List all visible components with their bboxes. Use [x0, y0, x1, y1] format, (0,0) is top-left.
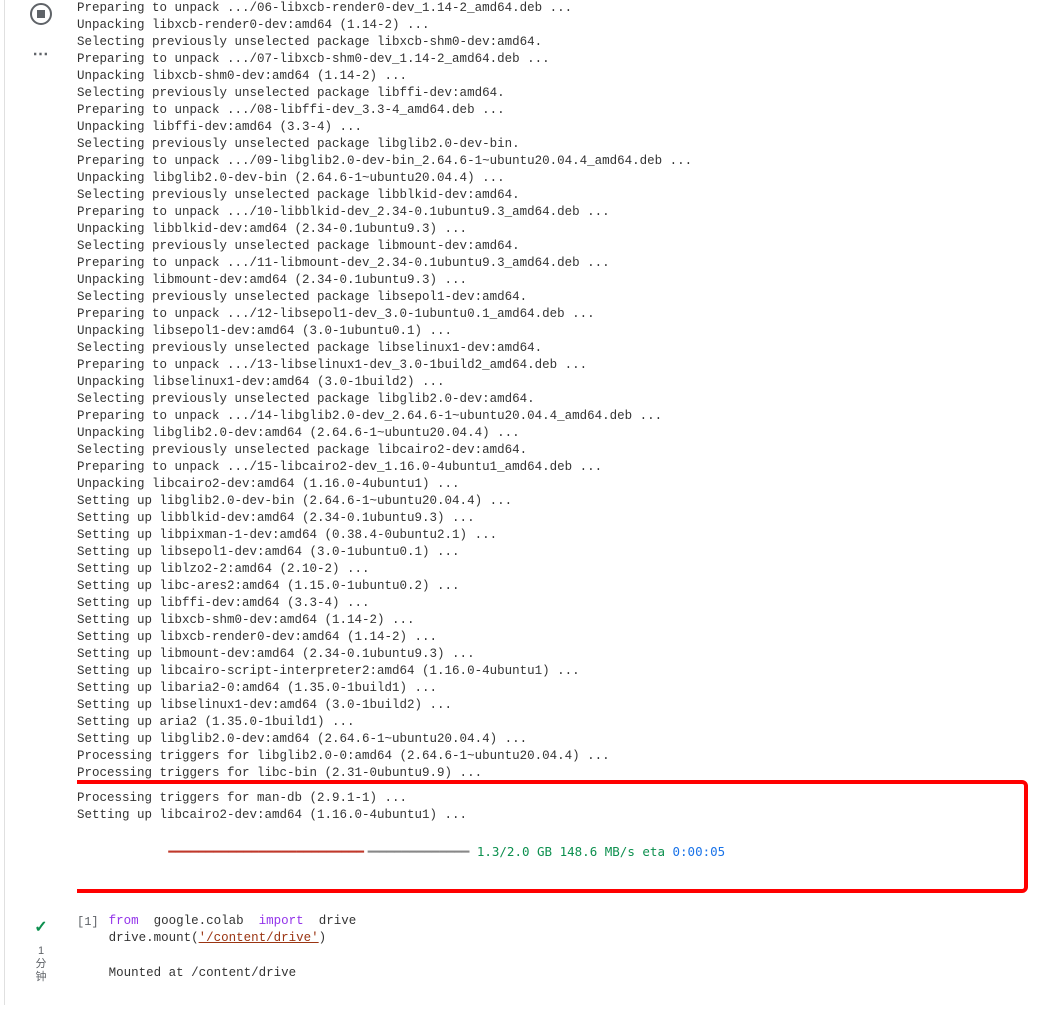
output-line: Unpacking libsepol1-dev:amd64 (3.0-1ubun…: [77, 323, 1038, 340]
output-line: Unpacking libglib2.0-dev-bin (2.64.6-1~u…: [77, 170, 1038, 187]
output-line: Setting up libcairo-script-interpreter2:…: [77, 663, 1038, 680]
output-line: Selecting previously unselected package …: [77, 85, 1038, 102]
output-line: Selecting previously unselected package …: [77, 136, 1038, 153]
output-line: Unpacking libglib2.0-dev:amd64 (2.64.6-1…: [77, 425, 1038, 442]
code-cell-running: ⋯ Preparing to unpack .../06-libxcb-rend…: [5, 0, 1048, 913]
download-progress: ━━━━━━━━━━━━━━━━━━━━━━━━━━╺━━━━━━━━━━━━━…: [77, 826, 1024, 877]
output-line: Unpacking libmount-dev:amd64 (2.34-0.1ub…: [77, 272, 1038, 289]
output-line: Setting up libblkid-dev:amd64 (2.34-0.1u…: [77, 510, 1038, 527]
cell-output-area: Preparing to unpack .../06-libxcb-render…: [77, 0, 1048, 893]
cell-more-menu[interactable]: ⋯: [33, 44, 50, 64]
output-line: Setting up libglib2.0-dev:amd64 (2.64.6-…: [77, 731, 1038, 748]
output-line: Selecting previously unselected package …: [77, 187, 1038, 204]
output-line: Processing triggers for libglib2.0-0:amd…: [77, 748, 1038, 765]
output-line: Setting up libpixman-1-dev:amd64 (0.38.4…: [77, 527, 1038, 544]
output-line: Setting up libmount-dev:amd64 (2.34-0.1u…: [77, 646, 1038, 663]
output-line: Unpacking libselinux1-dev:amd64 (3.0-1bu…: [77, 374, 1038, 391]
output-line: Setting up libglib2.0-dev-bin (2.64.6-1~…: [77, 493, 1038, 510]
cell-output-text: Mounted at /content/drive: [109, 965, 1038, 982]
output-line: Processing triggers for man-db (2.9.1-1)…: [77, 790, 1024, 807]
output-line: Selecting previously unselected package …: [77, 34, 1038, 51]
stop-execution-button[interactable]: [30, 3, 52, 25]
output-line: Unpacking libblkid-dev:amd64 (2.34-0.1ub…: [77, 221, 1038, 238]
output-line: Setting up liblzo2-2:amd64 (2.10-2) ...: [77, 561, 1038, 578]
output-line: Preparing to unpack .../14-libglib2.0-de…: [77, 408, 1038, 425]
output-line: Setting up libselinux1-dev:amd64 (3.0-1b…: [77, 697, 1038, 714]
output-line: Preparing to unpack .../07-libxcb-shm0-d…: [77, 51, 1038, 68]
output-line: Preparing to unpack .../11-libmount-dev_…: [77, 255, 1038, 272]
output-line: Selecting previously unselected package …: [77, 238, 1038, 255]
output-line: Preparing to unpack .../06-libxcb-render…: [77, 0, 1038, 17]
code-cell-completed: ✓ 1 分 钟 [1] from google.colab import dri…: [5, 913, 1048, 1005]
output-line: Selecting previously unselected package …: [77, 442, 1038, 459]
output-line: Preparing to unpack .../08-libffi-dev_3.…: [77, 102, 1038, 119]
output-line: Preparing to unpack .../13-libselinux1-d…: [77, 357, 1038, 374]
output-line: Setting up aria2 (1.35.0-1build1) ...: [77, 714, 1038, 731]
output-line: Unpacking libxcb-shm0-dev:amd64 (1.14-2)…: [77, 68, 1038, 85]
output-line: Preparing to unpack .../15-libcairo2-dev…: [77, 459, 1038, 476]
output-line: Setting up libxcb-render0-dev:amd64 (1.1…: [77, 629, 1038, 646]
output-line: Setting up libc-ares2:amd64 (1.15.0-1ubu…: [77, 578, 1038, 595]
output-line: Setting up libaria2-0:amd64 (1.35.0-1bui…: [77, 680, 1038, 697]
output-line: Setting up libxcb-shm0-dev:amd64 (1.14-2…: [77, 612, 1038, 629]
execution-time: 1 分 钟: [36, 945, 47, 985]
output-line: Unpacking libffi-dev:amd64 (3.3-4) ...: [77, 119, 1038, 136]
output-line: Unpacking libxcb-render0-dev:amd64 (1.14…: [77, 17, 1038, 34]
highlighted-region: Processing triggers for man-db (2.9.1-1)…: [77, 780, 1028, 893]
checkmark-icon: ✓: [34, 917, 47, 937]
output-line: Selecting previously unselected package …: [77, 289, 1038, 306]
output-line: Selecting previously unselected package …: [77, 391, 1038, 408]
output-line: Preparing to unpack .../12-libsepol1-dev…: [77, 306, 1038, 323]
output-line: Setting up libcairo2-dev:amd64 (1.16.0-4…: [77, 807, 1024, 824]
output-line: Setting up libffi-dev:amd64 (3.3-4) ...: [77, 595, 1038, 612]
output-line: Unpacking libcairo2-dev:amd64 (1.16.0-4u…: [77, 476, 1038, 493]
output-line: Selecting previously unselected package …: [77, 340, 1038, 357]
code-input[interactable]: from google.colab import drive drive.mou…: [109, 913, 1038, 947]
output-line: Preparing to unpack .../10-libblkid-dev_…: [77, 204, 1038, 221]
output-line: Preparing to unpack .../09-libglib2.0-de…: [77, 153, 1038, 170]
cell-execution-count: [1]: [77, 915, 99, 985]
output-line: Setting up libsepol1-dev:amd64 (3.0-1ubu…: [77, 544, 1038, 561]
